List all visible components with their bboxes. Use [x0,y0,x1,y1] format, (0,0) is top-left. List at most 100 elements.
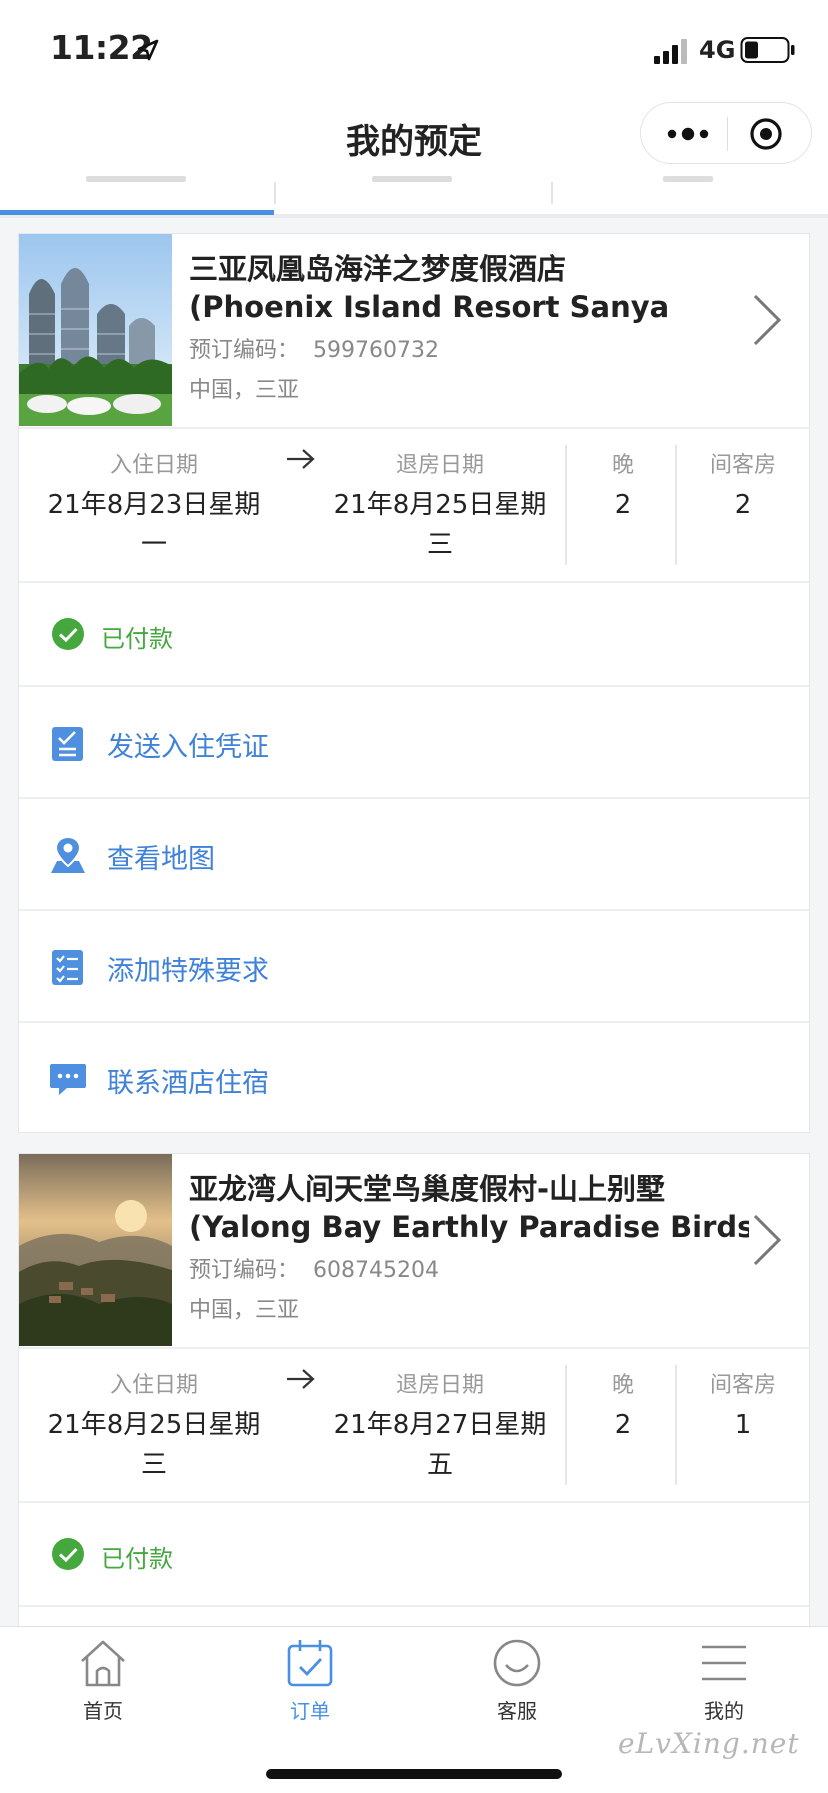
menu-icon [702,1645,746,1681]
checkin-date: 21年8月25日星期 三 [47,1410,261,1480]
hotel-photo [19,234,172,426]
contact-hotel-action[interactable]: 联系酒店住宿 [19,1023,809,1135]
booking-card: 三亚凤凰岛海洋之梦度假酒店 (Phoenix Island Resort San… [18,233,810,1133]
payment-status: 已付款 [19,1503,809,1607]
voucher-icon [52,727,83,761]
hotel-name: 亚龙湾人间天堂鸟巢度假村-山上别墅 (Yalong Bay Earthly Pa… [189,1170,749,1246]
divider [19,1605,809,1607]
rooms-label: 间客房 [709,1373,776,1398]
booking-card: 亚龙湾人间天堂鸟巢度假村-山上别墅 (Yalong Bay Earthly Pa… [18,1153,810,1626]
rooms: 间客房 1 [681,1367,805,1445]
calendar-check-icon [287,1640,333,1687]
checkout-date: 21年8月27日星期 五 [333,1410,547,1480]
network-type: 4G [699,36,736,64]
view-map-action[interactable]: 查看地图 [19,799,809,911]
map-pin-icon [51,835,85,873]
checkout: 退房日期 21年8月25日星期 三 [321,447,559,565]
hotel-location: 中国，三亚 [189,1298,300,1323]
checkin-label: 入住日期 [109,453,198,478]
hotel-photo [19,1154,172,1346]
column-divider [675,1365,677,1485]
column-divider [565,445,567,565]
hotel-header[interactable]: 亚龙湾人间天堂鸟巢度假村-山上别墅 (Yalong Bay Earthly Pa… [19,1154,809,1348]
hotel-name-cn: 亚龙湾人间天堂鸟巢度假村-山上别墅 [189,1172,666,1206]
tab-2[interactable] [276,176,550,214]
tab-3[interactable] [553,176,828,214]
booking-reference: 预订编码： 599760732 [189,332,439,364]
special-request-action[interactable]: 添加特殊要求 [19,911,809,1023]
ref-label: 预订编码： [189,1258,300,1283]
checkin: 入住日期 21年8月23日星期 一 [35,447,273,565]
tab-label: 我的 [704,1699,744,1723]
checkout-label: 退房日期 [395,1373,484,1398]
chevron-right-icon [753,1214,782,1266]
paid-status-text: 已付款 [101,625,173,653]
location-arrow-icon [137,39,159,61]
capsule-divider [727,117,728,151]
hotel-name-cn: 三亚凤凰岛海洋之梦度假酒店 [189,252,567,286]
tab-1[interactable] [0,176,274,214]
nights-value: 2 [614,1410,632,1440]
bottom-tab-bar: 首页 订单 客服 我的 eLvXing.net [0,1626,828,1793]
nights: 晚 2 [575,447,671,525]
smile-icon [493,1639,541,1687]
watermark: eLvXing.net [618,1727,800,1760]
rooms-value: 2 [734,490,752,520]
rooms-value: 1 [734,1410,752,1440]
nights-value: 2 [614,490,632,520]
check-circle-icon [52,618,84,650]
close-mini-program-icon[interactable] [749,117,783,151]
chat-icon [50,1064,86,1095]
action-label: 发送入住凭证 [107,732,269,763]
mini-program-capsule [640,102,812,164]
column-divider [565,1365,567,1485]
active-tab-underline [0,210,274,215]
hotel-header[interactable]: 三亚凤凰岛海洋之梦度假酒店 (Phoenix Island Resort San… [19,234,809,428]
tab-service[interactable]: 客服 [457,1637,577,1724]
checkout-label: 退房日期 [395,453,484,478]
ref-number: 608745204 [313,1258,439,1283]
hotel-name-en: (Phoenix Island Resort Sanya [189,290,670,324]
rooms: 间客房 2 [681,447,805,525]
checklist-icon [52,950,83,985]
action-label: 添加特殊要求 [107,956,269,987]
tab-home[interactable]: 首页 [43,1637,163,1724]
checkin-label: 入住日期 [109,1373,198,1398]
hotel-name-en: (Yalong Bay Earthly Paradise Birds [189,1210,749,1244]
more-icon[interactable] [663,121,713,147]
ref-number: 599760732 [313,338,439,363]
checkout-date: 21年8月25日星期 三 [333,490,547,560]
ref-label: 预订编码： [189,338,300,363]
nights-label: 晚 [611,453,634,478]
checkin-date: 21年8月23日星期 一 [47,490,261,560]
nights: 晚 2 [575,1367,671,1445]
stay-dates: 入住日期 21年8月25日星期 三 退房日期 21年8月27日星期 五 晚 2 … [19,1349,809,1501]
stay-dates: 入住日期 21年8月23日星期 一 退房日期 21年8月25日星期 三 晚 2 … [19,429,809,581]
booking-reference: 预订编码： 608745204 [189,1252,439,1284]
tab-me[interactable]: 我的 [664,1637,784,1724]
hotel-name: 三亚凤凰岛海洋之梦度假酒店 (Phoenix Island Resort San… [189,250,749,326]
action-label: 查看地图 [107,844,215,875]
home-indicator[interactable] [266,1769,562,1779]
arrow-right-icon [287,1369,315,1389]
tab-label: 订单 [290,1699,330,1723]
battery-icon [740,37,795,63]
action-label: 联系酒店住宿 [107,1068,269,1099]
tab-label: 首页 [83,1699,123,1723]
home-icon [81,1640,125,1687]
tab-orders[interactable]: 订单 [250,1637,370,1724]
nights-label: 晚 [611,1373,634,1398]
payment-status: 已付款 [19,583,809,687]
paid-status-text: 已付款 [101,1545,173,1573]
chevron-right-icon [753,294,782,346]
rooms-label: 间客房 [709,453,776,478]
tab-label: 客服 [497,1699,537,1723]
arrow-right-icon [287,449,315,469]
checkin: 入住日期 21年8月25日星期 三 [35,1367,273,1485]
column-divider [675,445,677,565]
hotel-location: 中国，三亚 [189,378,300,403]
check-circle-icon [52,1538,84,1570]
nav-bar: 我的预定 [0,98,828,176]
booking-tabs [0,176,828,218]
send-voucher-action[interactable]: 发送入住凭证 [19,687,809,799]
